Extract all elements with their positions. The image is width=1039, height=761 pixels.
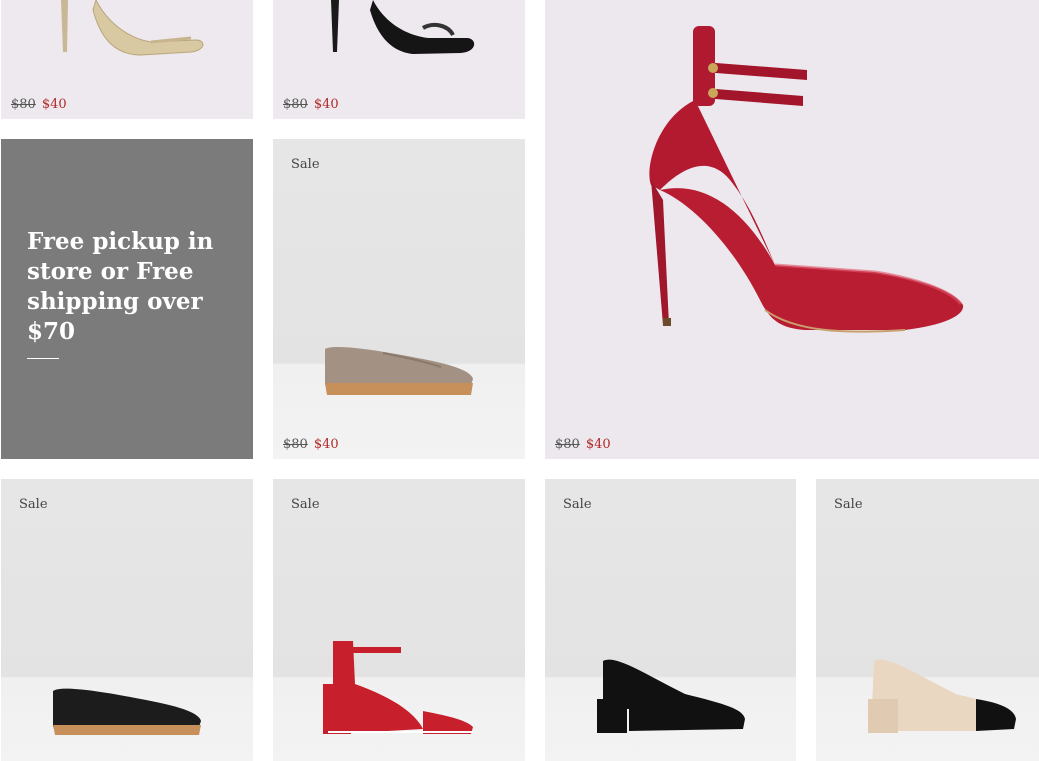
sale-price: $40 [41, 97, 67, 112]
promo-message: Free pickup in store or Free shipping ov… [27, 228, 214, 345]
original-price: $80 [555, 437, 580, 452]
product-tile-taupe-loafer[interactable]: Sale $80 $40 [273, 139, 525, 459]
product-tile-red-block-sandal[interactable]: Sale [273, 479, 525, 761]
red-patent-ankle-strap-pump-image [649, 26, 964, 333]
black-block-heel-pump-image [597, 659, 745, 733]
sale-price: $40 [585, 437, 611, 452]
product-tile-gold-sandal[interactable]: $80 $40 [1, 0, 253, 119]
product-tile-cream-captoe-pump[interactable]: Sale [816, 479, 1039, 761]
price-block: $80 $40 [555, 437, 611, 452]
product-tile-black-pump[interactable]: Sale [545, 479, 796, 761]
sale-price: $40 [313, 437, 339, 452]
red-block-heel-sandal-image [323, 641, 473, 734]
product-tile-red-pump[interactable]: $80 $40 [545, 0, 1039, 459]
sale-price: $40 [313, 97, 339, 112]
original-price: $80 [11, 97, 36, 112]
taupe-suede-loafer-image [325, 347, 473, 395]
product-tile-black-loafer[interactable]: Sale [1, 479, 253, 761]
black-suede-loafer-image [53, 688, 201, 735]
product-tile-black-sandal[interactable]: $80 $40 [273, 0, 525, 119]
promo-divider [27, 358, 59, 359]
cream-cap-toe-pump-image [868, 659, 1016, 733]
original-price: $80 [283, 437, 308, 452]
price-block: $80 $40 [283, 437, 339, 452]
price-block: $80 $40 [283, 97, 339, 112]
original-price: $80 [283, 97, 308, 112]
promo-tile[interactable]: Free pickup in store or Free shipping ov… [1, 139, 253, 459]
price-block: $80 $40 [11, 97, 67, 112]
